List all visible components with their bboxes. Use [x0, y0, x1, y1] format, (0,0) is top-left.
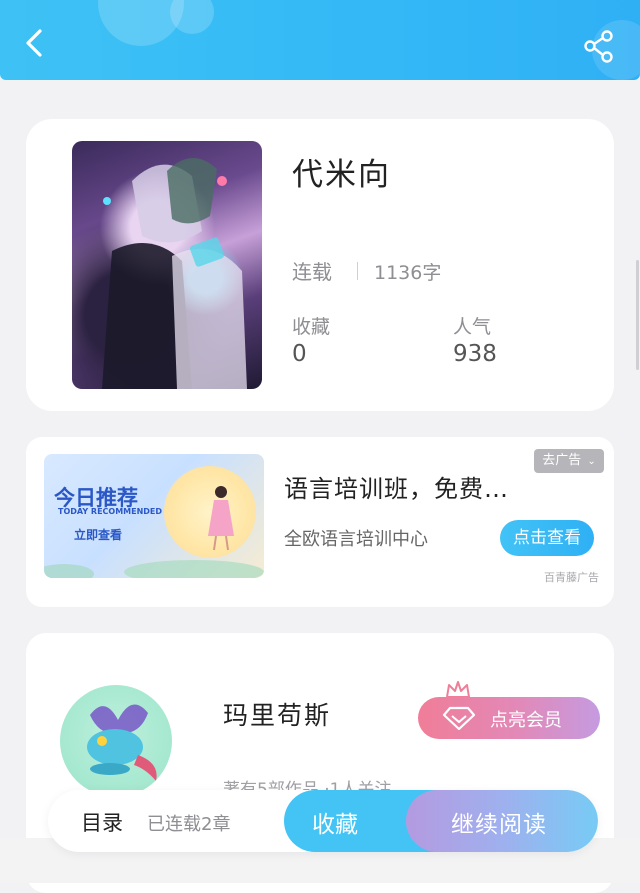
author-name[interactable]: 玛里苟斯 [223, 696, 331, 732]
diamond-icon [442, 706, 476, 731]
remove-ad-button[interactable]: 去广告 ⌄ [534, 449, 604, 473]
top-bar [0, 0, 640, 80]
decor-bubble [170, 0, 214, 34]
book-info-card: 代米向 连载 1136字 收藏 0 人气 938 [26, 119, 614, 411]
favorites-label: 收藏 [292, 316, 331, 338]
book-cover[interactable] [72, 141, 262, 389]
bottom-action-bar: 目录 已连载2章 收藏 继续阅读 [48, 790, 598, 852]
vip-button-label: 点亮会员 [490, 710, 562, 731]
chevron-down-icon: ⌄ [587, 456, 596, 467]
cover-illustration [102, 157, 247, 389]
popularity-label: 人气 [453, 316, 492, 338]
continue-reading-label: 继续阅读 [451, 812, 547, 838]
ad-card[interactable]: 今日推荐 TODAY RECOMMENDED 立即查看 去广告 ⌄ 语言培训班，… [26, 437, 614, 607]
chevron-left-icon [26, 29, 42, 57]
remove-ad-label: 去广告 [542, 453, 582, 468]
divider [357, 262, 358, 280]
favorites-count: 0 [292, 341, 307, 367]
toc-button[interactable]: 目录 [81, 807, 123, 837]
back-button[interactable] [18, 26, 52, 60]
share-icon [584, 30, 613, 63]
book-title: 代米向 [292, 157, 391, 193]
ad-image-button: 立即查看 [74, 528, 123, 542]
ad-description: 全欧语言培训中心 [284, 529, 428, 550]
status-badge: 连载 [292, 260, 332, 284]
popularity-count: 938 [453, 341, 497, 367]
chapter-count: 已连载2章 [147, 814, 231, 835]
ad-image-subtitle: TODAY RECOMMENDED [58, 507, 163, 516]
share-button[interactable] [580, 30, 620, 64]
ad-cta-button[interactable]: 点击查看 [500, 520, 594, 556]
scrollbar[interactable] [636, 80, 640, 883]
ad-source-label: 百青藤广告 [544, 571, 599, 584]
ad-image[interactable]: 今日推荐 TODAY RECOMMENDED 立即查看 [44, 454, 264, 578]
word-count: 1136字 [374, 262, 442, 284]
activate-vip-button[interactable]: 点亮会员 [418, 697, 600, 739]
ad-plants [44, 560, 264, 578]
dragon-avatar-illustration [87, 704, 157, 781]
continue-reading-button[interactable]: 继续阅读 [406, 790, 598, 852]
favorite-button-label: 收藏 [312, 812, 358, 838]
avatar[interactable] [60, 685, 172, 797]
scrollbar-thumb[interactable] [636, 260, 639, 370]
ad-title[interactable]: 语言培训班，免费… [284, 469, 509, 504]
